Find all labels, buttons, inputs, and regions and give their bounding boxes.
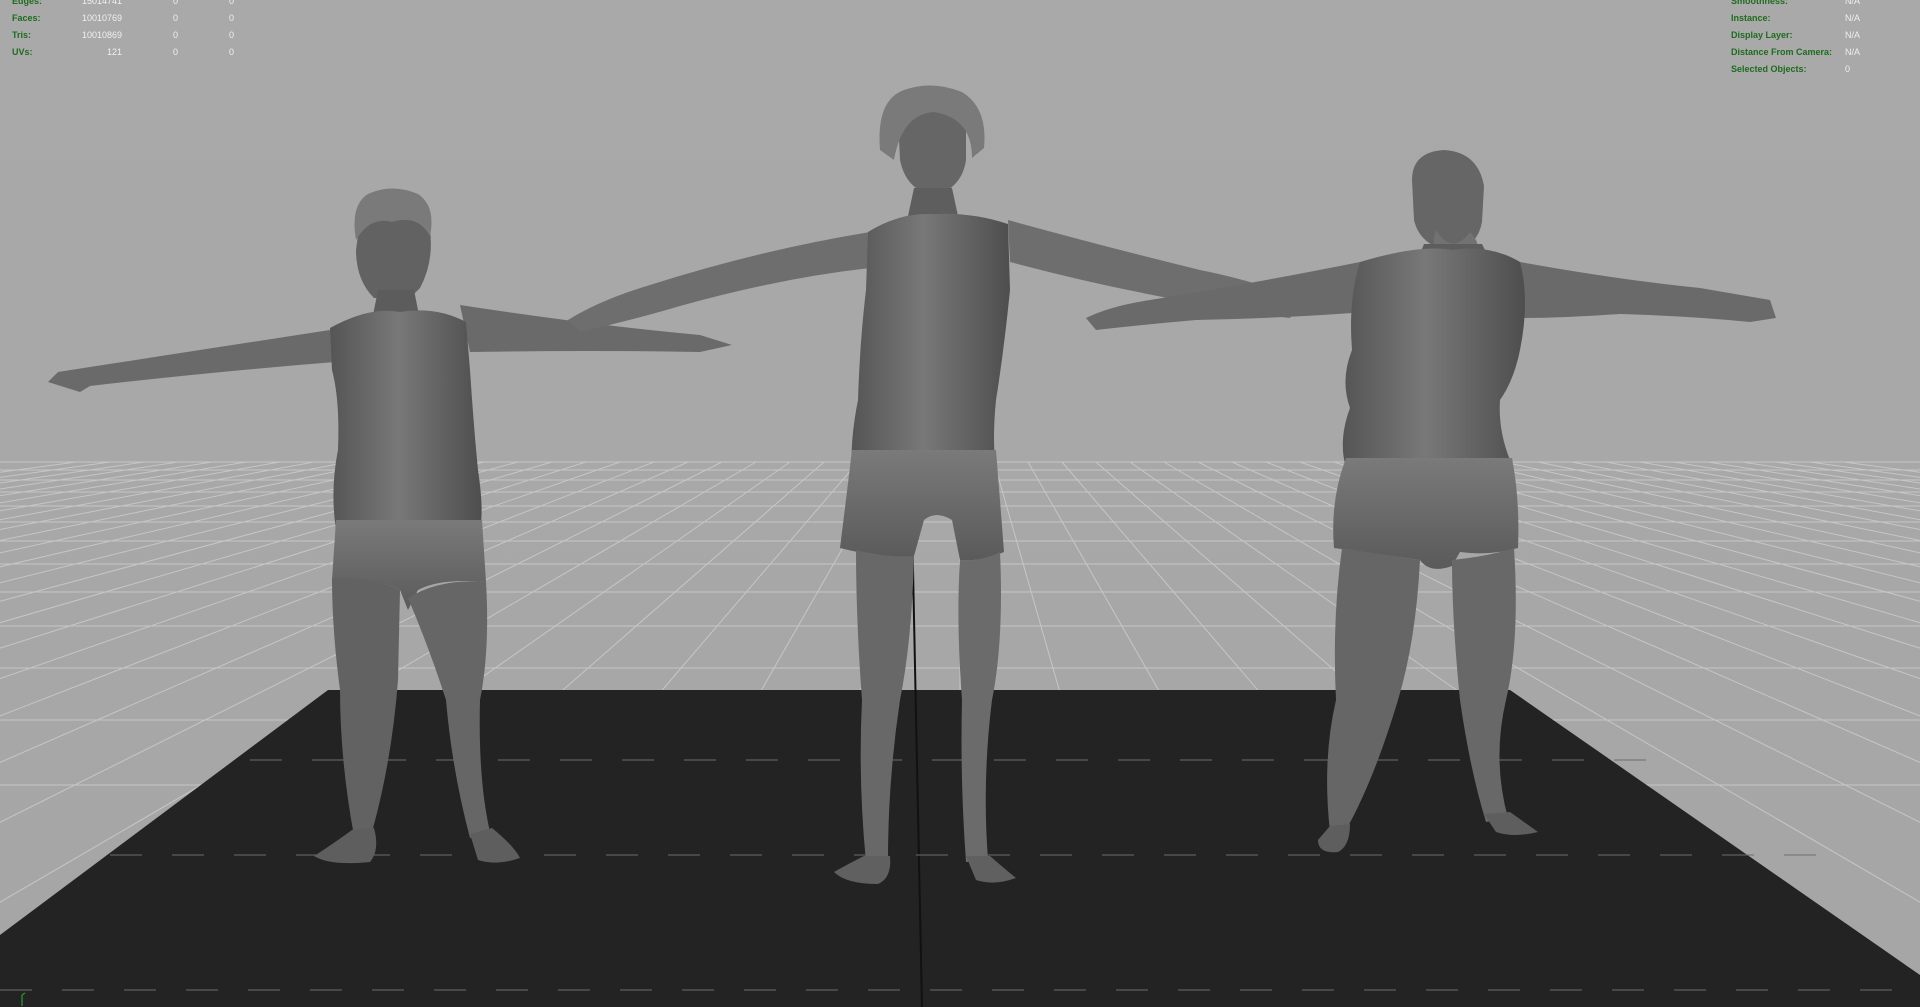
poly-count-world-value: 15014741 [81,0,122,6]
object-details-hud: Smoothness: N/A Instance: N/A Display Layer:… [1731,0,1860,78]
torso [1342,248,1525,472]
poly-count-selected-value: 0 [172,30,178,40]
poly-count-label: Edges: [12,0,43,6]
poly-count-component-value: 0 [228,30,234,40]
object-detail-value: 0 [1845,64,1851,74]
object-detail-label: Distance From Camera: [1731,47,1833,57]
poly-count-row: Tris: 10010869 0 0 [12,27,234,44]
poly-count-label: Tris: [12,30,32,40]
poly-count-world-value: 121 [106,47,122,57]
object-detail-value: N/A [1845,0,1861,6]
poly-count-row: UVs: 121 0 0 [12,44,234,61]
object-detail-row: Display Layer: N/A [1731,27,1860,44]
poly-count-component-value: 0 [228,0,234,6]
poly-count-row: Faces: 10010769 0 0 [12,10,234,27]
object-detail-row: Instance: N/A [1731,10,1860,27]
poly-count-selected-value: 0 [172,13,178,23]
torso [330,310,482,530]
scene-canvas[interactable] [0,0,1920,1007]
object-detail-label: Instance: [1731,13,1771,23]
poly-count-component-value: 0 [228,47,234,57]
torso [851,213,1010,470]
right-arm [1520,262,1776,322]
shorts [840,450,1004,561]
poly-count-world-value: 10010769 [81,13,122,23]
left-arm [48,330,335,392]
floor-plane [0,690,1920,1007]
poly-count-component-value: 0 [228,13,234,23]
object-detail-label: Selected Objects: [1731,64,1807,74]
object-detail-value: N/A [1845,30,1861,40]
object-detail-row: Selected Objects: 0 [1731,61,1860,78]
poly-count-selected-value: 0 [172,47,178,57]
object-detail-label: Display Layer: [1731,30,1793,40]
view-axis-icon [21,992,26,1006]
poly-count-hud: Edges: 15014741 0 0 Faces: 10010769 0 0 Tris: 100… [12,0,234,61]
poly-count-world-value: 10010869 [81,30,122,40]
object-detail-label: Smoothness: [1731,0,1789,6]
object-detail-value: N/A [1845,13,1861,23]
poly-count-row: Edges: 15014741 0 0 [12,0,234,10]
left-arm [568,232,870,332]
object-detail-row: Smoothness: N/A [1731,0,1860,10]
neck [908,188,958,216]
object-detail-value: N/A [1845,47,1861,57]
3d-viewport[interactable]: Edges: 15014741 0 0 Faces: 10010769 0 0 Tris: 100… [0,0,1920,1007]
poly-count-selected-value: 0 [172,0,178,6]
poly-count-label: UVs: [12,47,33,57]
object-detail-row: Distance From Camera: N/A [1731,44,1860,61]
poly-count-label: Faces: [12,13,41,23]
